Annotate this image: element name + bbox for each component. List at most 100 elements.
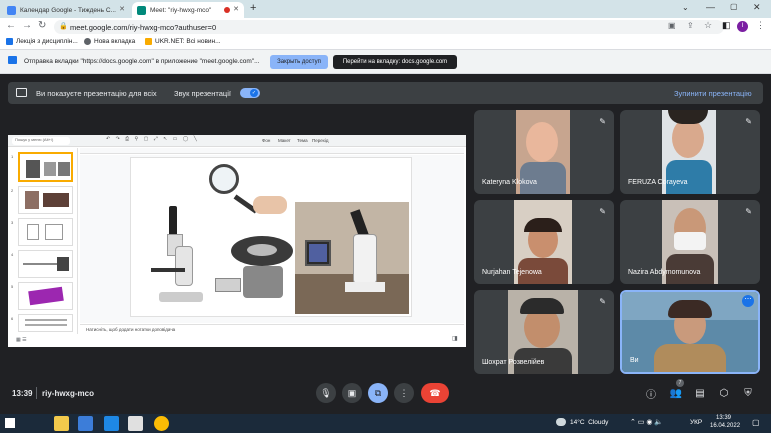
participant-tile[interactable]: ✎ Nazira Abdymomunova [620, 200, 760, 284]
bookmark-label: UKR.NET: Всі новин... [155, 38, 221, 45]
participant-name: FERUZA Corayeva [628, 179, 688, 186]
current-slide[interactable] [130, 157, 412, 317]
forward-icon[interactable]: → [22, 20, 32, 31]
vscode-icon[interactable] [104, 416, 119, 431]
camera-button[interactable]: ▣ [342, 383, 362, 403]
speaker-notes[interactable]: Натисніть, щоб додати нотатки доповідача [80, 324, 464, 334]
browser-tab-calendar[interactable]: Календар Google - Тиждень С... ✕ [2, 2, 130, 18]
clock-date[interactable]: 16.04.2022 [710, 423, 740, 429]
slide-grid-view-icon[interactable]: ▦ ☰ [16, 337, 27, 343]
activities-button[interactable]: ⬡ [715, 384, 733, 402]
leave-call-button[interactable]: ☎ [421, 383, 449, 403]
bookmark-item[interactable]: Нова вкладка [84, 38, 135, 45]
bookmark-item[interactable]: UKR.NET: Всі новин... [145, 38, 221, 45]
maximize-window-icon[interactable]: ▢ [730, 2, 738, 11]
notifications-icon[interactable]: ▢ [752, 418, 760, 427]
explore-icon[interactable]: ◨ [452, 335, 458, 342]
microphone-icon: 🎙 [320, 387, 332, 398]
address-bar[interactable]: 🔒 meet.google.com/riy-hwxg-mco?authuser=… [54, 20, 724, 34]
pin-icon[interactable]: ✎ [599, 297, 606, 306]
slides-menu-item[interactable]: Фон [262, 138, 270, 143]
participant-tile-self[interactable]: ⋯ Ви [620, 290, 760, 374]
browser-tab-meet[interactable]: Meet: "riy-hwxg-mco" ✕ [132, 2, 244, 18]
pin-icon[interactable]: ✎ [745, 207, 752, 216]
participant-tile[interactable]: ✎ FERUZA Corayeva [620, 110, 760, 194]
tray-icons[interactable]: ⌃ ▭ ◉ 🔈 [630, 418, 663, 426]
slide-canvas-area [80, 155, 464, 323]
globe-icon [84, 38, 91, 45]
meeting-code: riy-hwxg-mco [42, 389, 95, 398]
menu-search-input[interactable]: Пошук у меню (Alt+/) [12, 137, 70, 145]
meet-control-bar: 13:39 riy-hwxg-mco 🎙 ▣ ⧉ ⋮ ☎ ⓘ 👥 7 ▤ ⬡ ⛨ [0, 376, 771, 414]
chrome-taskbar-icon[interactable] [154, 416, 169, 431]
store-icon[interactable] [78, 416, 93, 431]
weather-icon [556, 418, 566, 426]
participant-name: Ви [630, 357, 639, 364]
side-panel-icon[interactable]: ◧ [722, 20, 731, 31]
profile-avatar[interactable]: I [737, 21, 748, 32]
toolbar-icons[interactable]: ↶ ↷ ⎙ ⚲ ▢ ⤢ ↖ ▭ ◯ ╲ [106, 136, 199, 142]
ukrnet-icon [145, 38, 152, 45]
microphone-button[interactable]: 🎙 [316, 383, 336, 403]
file-explorer-icon[interactable] [54, 416, 69, 431]
host-controls-button[interactable]: ⛨ [739, 384, 757, 402]
microscope-image [145, 206, 205, 306]
switch-tab-button[interactable]: Перейти на вкладку: docs.google.com [333, 55, 457, 69]
app-icon[interactable] [128, 416, 143, 431]
slide-thumbnail-6[interactable] [18, 314, 73, 332]
bookmarks-bar: Лекція з дисциплін... Нова вкладка UKR.N… [0, 36, 771, 50]
participant-tile[interactable]: ✎ Шохрат Розвелійев [474, 290, 614, 374]
slides-menu-item[interactable]: Макет [278, 138, 291, 143]
pin-icon[interactable]: ✎ [599, 117, 606, 126]
presentation-audio-toggle[interactable]: ✓ [240, 88, 260, 98]
close-tab-icon[interactable]: ✕ [119, 5, 125, 13]
bookmark-item[interactable]: Лекція з дисциплін... [6, 38, 78, 45]
input-language[interactable]: УКР [690, 419, 702, 426]
chat-button[interactable]: ▤ [691, 384, 709, 402]
weather-text[interactable]: 14°C Cloudy [570, 419, 608, 426]
pin-icon[interactable]: ✎ [745, 117, 752, 126]
camera-permission-icon[interactable]: ▣ [668, 21, 676, 30]
back-icon[interactable]: ← [6, 20, 16, 31]
close-tab-icon[interactable]: ✕ [233, 5, 239, 13]
participant-name: Kateryna Klokova [482, 179, 537, 186]
participant-tile[interactable]: ✎ Nurjahan Tejenowa [474, 200, 614, 284]
slide-thumbnail-3[interactable] [18, 218, 73, 246]
windows-start-icon[interactable] [5, 418, 15, 428]
pin-icon[interactable]: ✎ [599, 207, 606, 216]
minimize-window-icon[interactable]: — [706, 2, 715, 12]
stop-presenting-button[interactable]: Зупинити презентацію [674, 89, 752, 98]
reload-icon[interactable]: ↻ [38, 20, 46, 31]
cast-icon [8, 56, 17, 64]
share-icon[interactable]: ⇪ [687, 21, 694, 30]
slide-thumbnail-4[interactable] [18, 250, 73, 278]
slide-thumbnail-1[interactable] [18, 152, 73, 182]
participant-tile[interactable]: ✎ Kateryna Klokova [474, 110, 614, 194]
lock-icon: 🔒 [59, 23, 68, 30]
close-window-icon[interactable]: ✕ [753, 2, 761, 13]
people-button[interactable]: 👥 7 [667, 379, 685, 402]
present-now-button[interactable]: ⧉ [368, 383, 388, 403]
slides-menu-item[interactable]: Перехід [312, 138, 329, 143]
browser-menu-icon[interactable]: ⋮ [756, 20, 765, 31]
slide-number: 1 [11, 154, 14, 159]
slides-menu-item[interactable]: Тема [297, 138, 308, 143]
divider [36, 387, 37, 399]
slide-thumbnail-5[interactable] [18, 282, 73, 310]
people-icon: 👥 [669, 387, 683, 399]
more-options-button[interactable]: ⋮ [394, 383, 414, 403]
participant-name: Шохрат Розвелійев [482, 359, 545, 366]
new-tab-button[interactable]: + [250, 2, 256, 14]
google-meet-icon [137, 6, 146, 15]
tab-search-icon[interactable]: ⌄ [682, 3, 689, 12]
recording-dot-icon [224, 7, 230, 13]
tab-title: Календар Google - Тиждень С... [20, 6, 116, 14]
slide-thumbnail-2[interactable] [18, 186, 73, 214]
more-options-icon[interactable]: ⋯ [742, 295, 754, 307]
clock-time[interactable]: 13:39 [716, 415, 731, 421]
bookmark-star-icon[interactable]: ☆ [704, 20, 712, 31]
slide-number: 6 [11, 316, 14, 321]
camera-icon: ▣ [347, 387, 357, 398]
meeting-details-button[interactable]: ⓘ [642, 384, 660, 402]
stop-sharing-button[interactable]: Закрыть доступ [270, 55, 328, 69]
